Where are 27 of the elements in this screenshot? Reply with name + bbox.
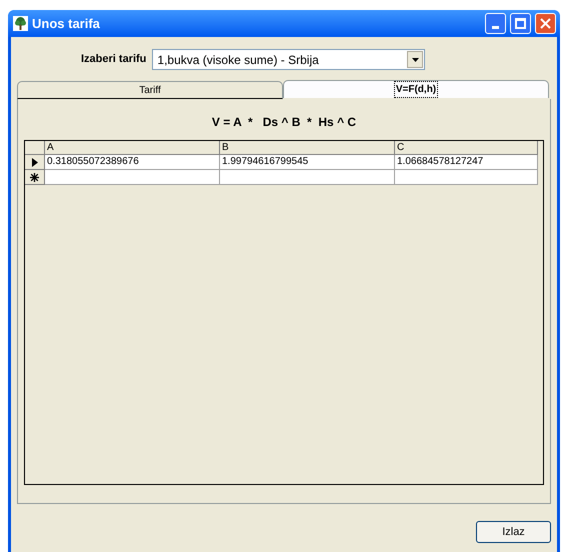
current-row-icon [32, 158, 38, 166]
tariff-dropdown[interactable]: 1,bukva (visoke sume) - Srbija [152, 49, 426, 70]
tree-icon [13, 16, 28, 31]
column-header[interactable]: B [220, 141, 395, 155]
window-title: Unos tarifa [32, 14, 101, 33]
minimize-icon [492, 26, 499, 29]
table-cell[interactable]: 1.06684578127247 [395, 155, 538, 170]
column-header[interactable]: C [395, 141, 538, 155]
close-icon [540, 18, 551, 29]
table-cell[interactable]: 1.99794616799545 [220, 155, 395, 170]
column-header[interactable]: A [45, 141, 220, 155]
close-button[interactable] [535, 13, 556, 34]
minimize-button[interactable] [485, 13, 506, 34]
tab[interactable]: Tariff [17, 81, 283, 99]
exit-button[interactable]: Izlaz [476, 521, 551, 543]
tariff-label: Izaberi tarifu [81, 52, 146, 68]
tab[interactable]: V=F(d,h) [283, 80, 549, 98]
table-cell[interactable] [395, 170, 538, 185]
maximize-button[interactable] [510, 13, 531, 34]
caret-icon [412, 58, 419, 62]
new-row-icon [30, 172, 39, 182]
maximize-icon [515, 18, 526, 29]
table-cell[interactable] [220, 170, 395, 185]
table-cell[interactable]: 0.318055072389676 [45, 155, 220, 170]
tariff-value: 1,bukva (visoke sume) - Srbija [156, 52, 320, 68]
formula-text: V = A * Ds ^ B * Hs ^ C [212, 114, 356, 131]
table-cell[interactable] [45, 170, 220, 185]
